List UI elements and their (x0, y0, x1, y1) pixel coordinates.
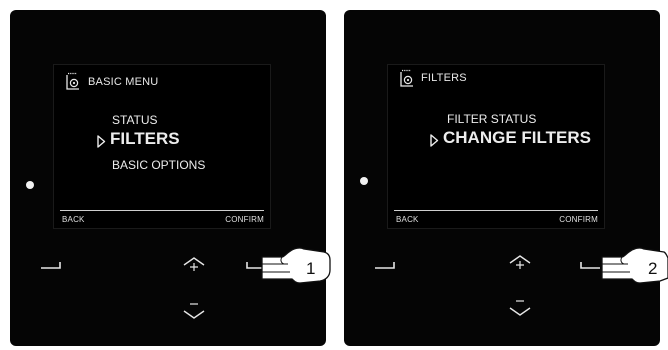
selection-cursor-icon (430, 134, 439, 147)
status-led (360, 177, 368, 185)
down-minus-button[interactable] (183, 302, 205, 320)
pointing-hand-icon (261, 247, 331, 284)
menu-item-filter-status[interactable]: FILTER STATUS (447, 112, 536, 126)
softkey-divider (60, 210, 264, 211)
pointing-hand-icon (601, 247, 668, 284)
menu-book-icon (66, 72, 79, 90)
menu-item-change-filters[interactable]: CHANGE FILTERS (443, 128, 591, 148)
down-minus-button[interactable] (509, 299, 531, 317)
softkey-confirm-label: CONFIRM (559, 215, 598, 224)
step-number: 1 (306, 259, 316, 278)
step-number: 2 (648, 259, 658, 278)
up-plus-button[interactable] (183, 257, 205, 273)
display-screen: FILTERS FILTER STATUS CHANGE FILTERS BAC… (387, 64, 605, 229)
back-button[interactable] (374, 260, 396, 270)
menu-item-basic-options[interactable]: BASIC OPTIONS (112, 158, 205, 172)
up-plus-button[interactable] (509, 255, 531, 271)
softkey-back-label: BACK (396, 215, 419, 224)
softkey-back-label: BACK (62, 215, 85, 224)
screen-title: FILTERS (421, 72, 467, 84)
confirm-button[interactable] (579, 260, 601, 270)
screen-title: BASIC MENU (88, 76, 159, 88)
softkey-confirm-label: CONFIRM (225, 215, 264, 224)
back-button[interactable] (40, 260, 62, 270)
softkey-divider (394, 210, 598, 211)
status-led (26, 181, 34, 189)
menu-item-status[interactable]: STATUS (112, 113, 158, 127)
control-panel-1: BASIC MENU STATUS FILTERS BASIC OPTIONS … (10, 10, 326, 346)
menu-item-filters[interactable]: FILTERS (110, 129, 180, 149)
selection-cursor-icon (97, 135, 106, 148)
display-screen: BASIC MENU STATUS FILTERS BASIC OPTIONS … (53, 64, 271, 229)
menu-book-icon (400, 69, 413, 87)
control-panel-2: FILTERS FILTER STATUS CHANGE FILTERS BAC… (344, 10, 660, 346)
